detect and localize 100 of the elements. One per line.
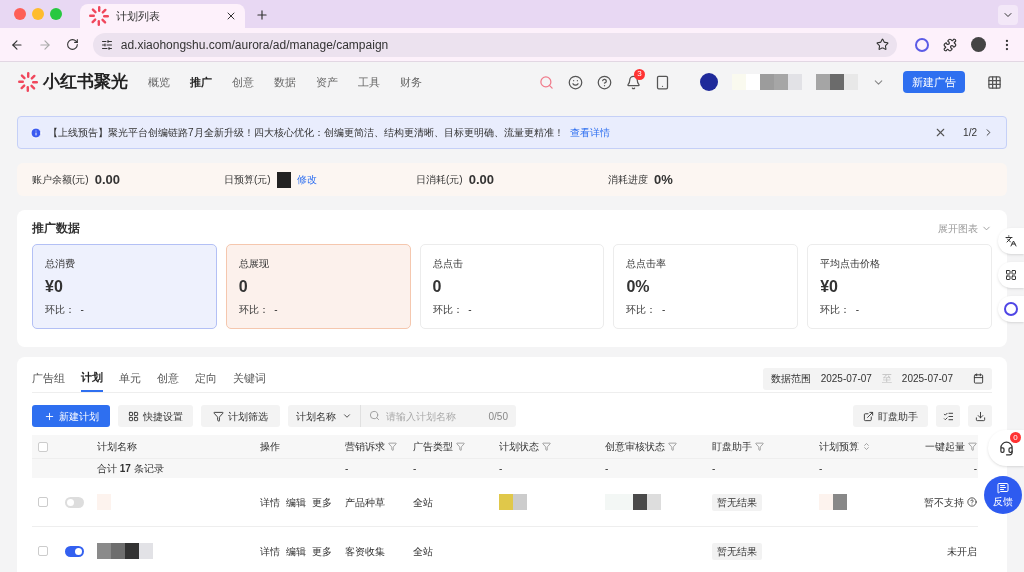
bookmark-icon[interactable] bbox=[876, 38, 890, 51]
tablet-icon[interactable] bbox=[655, 74, 670, 90]
extension-icon[interactable] bbox=[915, 37, 930, 52]
toggle-switch[interactable] bbox=[65, 545, 84, 557]
summary-cell: - bbox=[413, 463, 417, 474]
summary-cell: - bbox=[605, 463, 609, 474]
assistant-bot-button[interactable] bbox=[998, 296, 1024, 322]
logo-icon bbox=[88, 5, 110, 27]
edit-link[interactable]: 修改 bbox=[296, 172, 317, 187]
action-link[interactable]: 编辑 bbox=[286, 543, 306, 559]
account-avatar[interactable] bbox=[700, 73, 718, 91]
apps-icon[interactable] bbox=[987, 74, 1002, 90]
bell-icon[interactable] bbox=[626, 74, 641, 90]
metric-card[interactable]: 平均点击价格 ¥0 环比： - bbox=[807, 244, 992, 329]
metric-value: ¥0 bbox=[45, 277, 64, 297]
nav-item[interactable]: 推广 bbox=[190, 73, 212, 91]
summary-cell: - bbox=[345, 463, 349, 474]
action-link[interactable]: 编辑 bbox=[286, 494, 306, 510]
address-bar[interactable]: ad.xiaohongshu.com/aurora/ad/manage/campaign bbox=[92, 32, 898, 57]
summary-cell: - bbox=[712, 463, 716, 474]
checkbox[interactable] bbox=[38, 497, 48, 507]
create-plan-button[interactable]: 新建计划 bbox=[32, 405, 110, 427]
reload-icon[interactable] bbox=[65, 38, 79, 51]
metric-label: 平均点击价格 bbox=[820, 257, 882, 271]
help-icon[interactable] bbox=[967, 497, 977, 507]
mosaic-drawing bbox=[819, 494, 847, 510]
nav-item[interactable]: 资产 bbox=[316, 73, 338, 91]
back-icon[interactable] bbox=[10, 37, 24, 52]
nav-item[interactable]: 创意 bbox=[232, 73, 254, 91]
translate-icon bbox=[1005, 235, 1017, 247]
notice-link[interactable]: 查看详情 bbox=[569, 125, 610, 140]
mosaic-drawing bbox=[276, 171, 291, 188]
extensions-icon[interactable] bbox=[943, 37, 958, 52]
notice-pager[interactable]: 1/2 bbox=[963, 125, 977, 140]
site-settings-icon[interactable] bbox=[100, 38, 113, 51]
metric-value: ¥0 bbox=[820, 277, 839, 297]
nav-item[interactable]: 概览 bbox=[148, 73, 170, 91]
tab[interactable]: 计划 bbox=[81, 365, 103, 392]
feedback-button[interactable]: 反馈 bbox=[984, 476, 1022, 514]
profile-avatar[interactable] bbox=[971, 37, 987, 52]
quick-settings-button[interactable]: 快捷设置 bbox=[118, 405, 193, 427]
tab[interactable]: 关键词 bbox=[233, 365, 266, 392]
toggle-switch[interactable] bbox=[65, 496, 84, 508]
action-link[interactable]: 更多 bbox=[312, 543, 332, 559]
create-ad-button[interactable]: 新建广告 bbox=[903, 71, 965, 93]
column-header[interactable]: 计划预算 bbox=[819, 439, 859, 454]
nav-item[interactable]: 财务 bbox=[400, 73, 422, 91]
download-icon bbox=[974, 410, 986, 422]
mosaic-drawing bbox=[97, 543, 153, 559]
metric-card[interactable]: 总展现 0 环比： - bbox=[225, 244, 411, 329]
metric-label: 总点击 bbox=[432, 257, 464, 271]
column-header[interactable]: 计划名称 bbox=[97, 439, 137, 454]
close-icon[interactable] bbox=[225, 10, 237, 22]
mosaic-drawing bbox=[499, 494, 527, 510]
browser-tab[interactable]: 计划列表 bbox=[80, 4, 245, 28]
apps-button[interactable] bbox=[998, 262, 1024, 288]
column-header[interactable]: 营销诉求 bbox=[345, 439, 385, 454]
assistant-button[interactable]: 盯盘助手 bbox=[853, 405, 928, 427]
column-header[interactable]: 广告类型 bbox=[413, 439, 453, 454]
column-header[interactable]: 计划状态 bbox=[499, 439, 539, 454]
tab[interactable]: 定向 bbox=[195, 365, 217, 392]
calendar-icon[interactable] bbox=[973, 373, 984, 384]
new-tab-icon[interactable] bbox=[255, 8, 269, 22]
column-settings-button[interactable] bbox=[936, 405, 960, 427]
account-value: 0.00 bbox=[468, 170, 494, 189]
action-link[interactable]: 详情 bbox=[260, 543, 280, 559]
metric-card[interactable]: 总点击 0 环比： - bbox=[419, 244, 605, 329]
nav-item[interactable]: 工具 bbox=[358, 73, 380, 91]
logo-icon bbox=[17, 71, 39, 93]
action-link[interactable]: 详情 bbox=[260, 494, 280, 510]
column-header[interactable]: 盯盘助手 bbox=[712, 439, 752, 454]
help-icon[interactable] bbox=[597, 74, 612, 90]
support-button[interactable]: 0 bbox=[988, 430, 1024, 466]
checkbox[interactable] bbox=[38, 546, 48, 556]
translate-button[interactable] bbox=[998, 228, 1024, 254]
search-type-select[interactable]: 计划名称 bbox=[288, 405, 361, 427]
summary-cell: 合计 17 条记录 bbox=[97, 463, 164, 474]
account-value: 0.00 bbox=[94, 170, 120, 189]
nav-item[interactable]: 数据 bbox=[274, 73, 296, 91]
metric-card[interactable]: 总点击率 0% 环比： - bbox=[613, 244, 799, 329]
plan-filter-button[interactable]: 计划筛选 bbox=[201, 405, 280, 427]
account-label: 账户余额(元) bbox=[32, 173, 89, 187]
metric-compare: 环比： - bbox=[45, 303, 85, 317]
tab[interactable]: 单元 bbox=[119, 365, 141, 392]
section-title: 推广数据 bbox=[32, 220, 80, 237]
metric-compare: 环比： - bbox=[238, 303, 279, 317]
download-button[interactable] bbox=[968, 405, 992, 427]
tab[interactable]: 广告组 bbox=[32, 365, 65, 392]
account-value: 0% bbox=[654, 170, 673, 189]
tab[interactable]: 创意 bbox=[157, 365, 179, 392]
summary-cell: - bbox=[499, 463, 503, 474]
table-cell: 产品种草 bbox=[345, 496, 385, 508]
smiley-icon[interactable] bbox=[568, 74, 583, 90]
column-header[interactable]: 一键起量 bbox=[925, 439, 965, 454]
column-header[interactable]: 创意审核状态 bbox=[605, 439, 665, 454]
character-count: 0/50 bbox=[488, 410, 508, 424]
action-link[interactable]: 更多 bbox=[312, 494, 332, 510]
metric-card[interactable]: 总消费 ¥0 环比： - bbox=[32, 244, 217, 329]
column-header[interactable]: 操作 bbox=[260, 439, 280, 454]
checkbox[interactable] bbox=[38, 441, 48, 452]
